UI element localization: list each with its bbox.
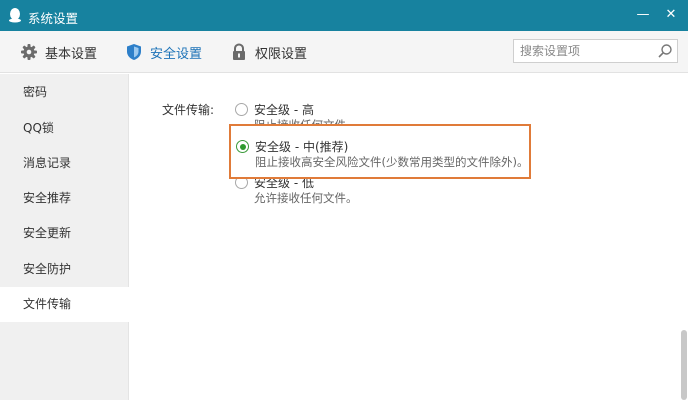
tab-label: 基本设置 xyxy=(45,46,98,62)
tab-security-settings[interactable]: 安全设置 xyxy=(125,42,202,62)
tab-label: 权限设置 xyxy=(255,46,308,62)
scrollbar-thumb[interactable] xyxy=(681,330,687,400)
sidebar-item-security-recommend[interactable]: 安全推荐 xyxy=(0,181,129,216)
highlight-box: 安全级 - 中(推荐) 阻止接收高安全风险文件(少数常用类型的文件除外)。 xyxy=(229,124,531,179)
sidebar-item-security-update[interactable]: 安全更新 xyxy=(0,216,129,251)
option-title: 安全级 - 中(推荐) xyxy=(255,140,349,154)
tab-permission-settings[interactable]: 权限设置 xyxy=(230,42,307,62)
search-input[interactable] xyxy=(520,43,652,59)
sidebar-item-security-protection[interactable]: 安全防护 xyxy=(0,252,129,287)
sidebar-item-file-transfer[interactable]: 文件传输 xyxy=(0,287,130,322)
sidebar-item-password[interactable]: 密码 xyxy=(0,75,129,110)
sidebar-item-message-history[interactable]: 消息记录 xyxy=(0,146,129,181)
settings-tab-bar: 基本设置 安全设置 权限设置 xyxy=(0,31,688,73)
settings-sidebar: 密码 QQ锁 消息记录 安全推荐 安全更新 安全防护 文件传输 xyxy=(0,74,130,400)
settings-content: 文件传输: 安全级 - 高 阻止接收任何文件。 安全级 - 中(推荐) 阻止接收… xyxy=(130,74,688,400)
window-title: 系统设置 xyxy=(28,11,79,26)
lock-icon xyxy=(233,43,245,60)
tab-label: 安全设置 xyxy=(150,46,203,62)
qq-penguin-icon xyxy=(9,8,21,23)
option-title: 安全级 - 高 xyxy=(254,103,314,117)
sidebar-item-qq-lock[interactable]: QQ锁 xyxy=(0,111,129,146)
radio-button-checked[interactable] xyxy=(236,140,249,153)
close-button[interactable]: ✕ xyxy=(660,4,682,26)
option-description: 阻止接收高安全风险文件(少数常用类型的文件除外)。 xyxy=(255,155,529,169)
gear-icon xyxy=(21,44,37,60)
vertical-scrollbar[interactable] xyxy=(677,74,688,400)
shield-icon xyxy=(127,44,141,60)
search-icon[interactable] xyxy=(657,43,673,59)
radio-button[interactable] xyxy=(235,103,248,116)
tab-basic-settings[interactable]: 基本设置 xyxy=(20,42,97,62)
option-description: 允许接收任何文件。 xyxy=(254,191,358,205)
file-transfer-label: 文件传输: xyxy=(162,103,215,117)
search-box[interactable] xyxy=(513,39,678,63)
minimize-button[interactable]: — xyxy=(632,4,654,26)
title-bar: 系统设置 — ✕ xyxy=(0,0,688,31)
